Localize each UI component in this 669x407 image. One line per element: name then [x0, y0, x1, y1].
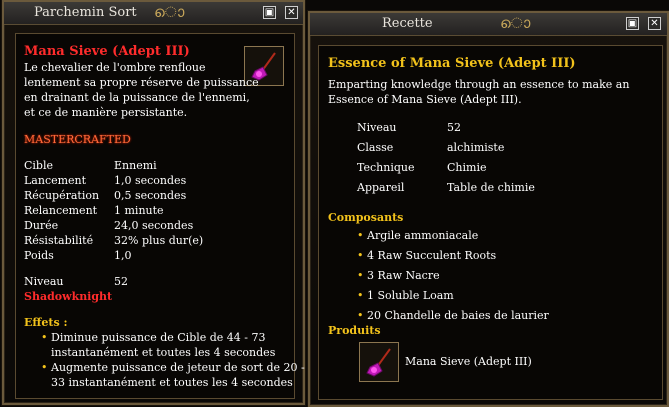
product-icon-slot[interactable]: [359, 342, 399, 382]
component-item: 1 Soluble Loam: [367, 289, 454, 302]
sieve-icon: [366, 348, 391, 377]
effect-line: instantanément et toutes les 4 secondes: [51, 346, 276, 359]
effect-line: 33 instantanément et toutes les 4 second…: [51, 376, 293, 389]
stat-label: Poids: [24, 249, 54, 262]
minimize-button[interactable]: ▣: [263, 6, 276, 19]
stat-value: 32% plus dur(e): [114, 234, 204, 247]
class-name: Shadowknight: [24, 290, 113, 303]
description-line: Essence of Mana Sieve (Adept III).: [328, 93, 522, 106]
close-button[interactable]: ✕: [648, 17, 661, 30]
stat-label: Cible: [24, 159, 54, 172]
stat-label: Relancement: [24, 204, 98, 217]
bullet-icon: •: [357, 309, 364, 322]
info-value: Table de chimie: [447, 181, 535, 194]
effect-line: Diminue puissance de Cible de 44 - 73: [51, 331, 266, 344]
ornament-icon: ൊ: [154, 3, 185, 21]
bullet-icon: •: [357, 249, 364, 262]
stat-value: 1,0: [114, 249, 132, 262]
title-bar[interactable]: Parchemin Sort ൊ ▣ ✕: [4, 2, 303, 25]
stat-value: 1,0 secondes: [114, 174, 187, 187]
component-item: 4 Raw Succulent Roots: [367, 249, 497, 262]
component-item: Argile ammoniacale: [367, 229, 479, 242]
level-value: 52: [114, 275, 128, 288]
stat-label: Résistabilité: [24, 234, 94, 247]
stat-label: Lancement: [24, 174, 87, 187]
effects-heading: Effets :: [24, 316, 68, 329]
product-name[interactable]: Mana Sieve (Adept III): [405, 354, 532, 369]
stat-label: Récupération: [24, 189, 100, 202]
description-line: lentement sa propre réserve de puissance: [24, 76, 259, 89]
components-heading: Composants: [328, 211, 404, 224]
info-value: alchimiste: [447, 141, 505, 154]
info-value: 52: [447, 121, 461, 134]
stat-value: Ennemi: [114, 159, 157, 172]
spell-panel: Mana Sieve (Adept III) Le chevalier de l…: [15, 33, 305, 399]
description-line: et ce de manière persistante.: [24, 106, 188, 119]
bullet-icon: •: [41, 361, 48, 374]
ornament-icon: ൊ: [500, 14, 531, 32]
stat-value: 24,0 secondes: [114, 219, 194, 232]
spell-scroll-window: Parchemin Sort ൊ ▣ ✕ Mana Sieve (Adept I…: [2, 0, 305, 405]
description-line: Emparting knowledge through an essence t…: [328, 78, 630, 91]
recipe-panel: Essence of Mana Sieve (Adept III) Empart…: [318, 45, 663, 400]
spell-name: Mana Sieve (Adept III): [24, 44, 190, 59]
minimize-button[interactable]: ▣: [626, 17, 639, 30]
effect-line: Augmente puissance de jeteur de sort de …: [51, 361, 305, 374]
level-label: Niveau: [24, 275, 64, 288]
mastercrafted-tag: MASTERCRAFTED: [24, 133, 131, 146]
recipe-window: Recette ൊ ▣ ✕ Essence of Mana Sieve (Ade…: [308, 11, 669, 407]
bullet-icon: •: [357, 229, 364, 242]
info-label: Classe: [357, 141, 394, 154]
bullet-icon: •: [357, 289, 364, 302]
products-heading: Produits: [328, 324, 381, 337]
stat-value: 1 minute: [114, 204, 164, 217]
info-label: Niveau: [357, 121, 397, 134]
window-title: Parchemin Sort: [34, 5, 137, 20]
stat-value: 0,5 secondes: [114, 189, 187, 202]
close-button[interactable]: ✕: [285, 6, 298, 19]
description-line: Le chevalier de l'ombre renfloue: [24, 61, 206, 74]
component-item: 20 Chandelle de baies de laurier: [367, 309, 549, 322]
description-line: en drainant de la puissance de l'ennemi,: [24, 91, 250, 104]
info-label: Technique: [357, 161, 415, 174]
bullet-icon: •: [41, 331, 48, 344]
bullet-icon: •: [357, 269, 364, 282]
component-item: 3 Raw Nacre: [367, 269, 440, 282]
info-value: Chimie: [447, 161, 487, 174]
window-title: Recette: [382, 16, 433, 31]
recipe-name: Essence of Mana Sieve (Adept III): [328, 56, 576, 71]
info-label: Appareil: [357, 181, 405, 194]
title-bar[interactable]: Recette ൊ ▣ ✕: [310, 13, 667, 36]
stat-label: Durée: [24, 219, 59, 232]
